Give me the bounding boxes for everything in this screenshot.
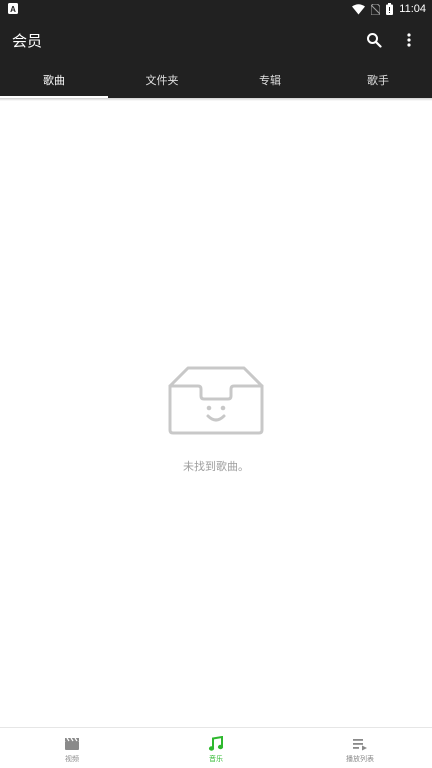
a-notification-icon: A: [8, 3, 18, 14]
nav-video[interactable]: 视频: [0, 728, 144, 768]
svg-text:A: A: [10, 5, 16, 14]
tab-bar-shadow: [0, 98, 432, 101]
nav-music[interactable]: 音乐: [144, 728, 288, 768]
battery-icon: [386, 3, 394, 15]
tab-songs[interactable]: 歌曲: [0, 62, 108, 98]
video-clapper-icon: [65, 737, 79, 750]
empty-message: 未找到歌曲。: [183, 460, 249, 473]
tab-label: 歌手: [367, 74, 389, 87]
nav-label: 音乐: [209, 755, 223, 763]
tab-label: 歌曲: [43, 74, 65, 87]
more-vert-icon[interactable]: [402, 32, 416, 48]
tab-label: 专辑: [259, 74, 281, 87]
music-note-icon: [208, 736, 224, 751]
tab-artists[interactable]: 歌手: [324, 62, 432, 98]
nav-label: 播放列表: [346, 755, 374, 763]
nav-playlist[interactable]: 播放列表: [288, 728, 432, 768]
empty-box-smile-icon: [168, 366, 264, 435]
nav-label: 视频: [65, 755, 79, 763]
no-sim-icon: [371, 3, 381, 15]
wifi-icon: [352, 3, 366, 14]
status-time: 11:04: [399, 3, 426, 15]
tab-bar: 歌曲 文件夹 专辑 歌手: [0, 62, 432, 98]
status-bar: A 11:04: [0, 0, 432, 18]
page-title: 会员: [12, 32, 43, 50]
playlist-icon: [353, 739, 367, 751]
app-bar: 会员: [0, 18, 432, 62]
search-icon[interactable]: [366, 32, 382, 48]
tab-folders[interactable]: 文件夹: [108, 62, 216, 98]
bottom-nav: 视频 音乐 播放列表: [0, 727, 432, 768]
tab-label: 文件夹: [145, 74, 179, 87]
tab-albums[interactable]: 专辑: [216, 62, 324, 98]
